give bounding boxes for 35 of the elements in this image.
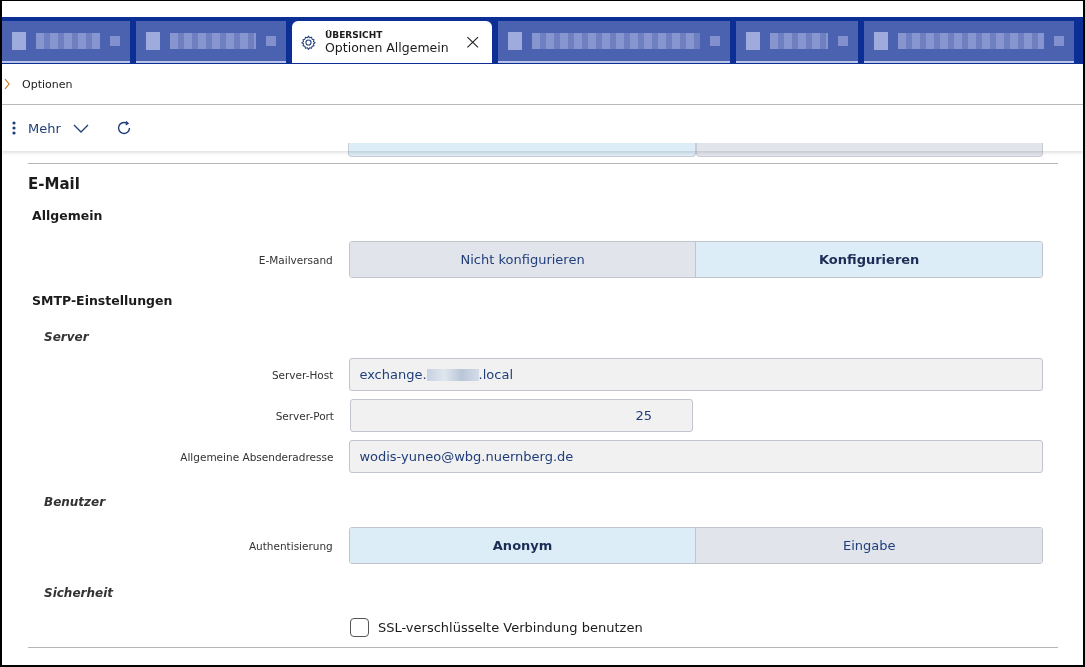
gear-icon [300, 33, 317, 51]
group-heading: Allgemein [32, 208, 104, 223]
chevron-down-icon [72, 123, 89, 133]
section-heading: E-Mail [28, 175, 81, 193]
subsection-heading: Server [44, 330, 91, 344]
blurred-tab[interactable] [136, 21, 286, 63]
segment-option[interactable]: Anonym [349, 528, 696, 563]
number-field[interactable]: 25 [350, 399, 693, 432]
field-label: Server-Port [275, 409, 334, 422]
field-label: E-Mailversand [258, 253, 333, 266]
segment-option[interactable]: Eingabe [695, 528, 1042, 563]
field-label: Authentisierung [248, 539, 333, 552]
field-label: Allgemeine Absenderadresse [180, 450, 334, 463]
blurred-tab[interactable] [498, 21, 730, 63]
segment-option[interactable]: Konfigurieren [695, 242, 1042, 277]
blurred-tab[interactable] [2, 21, 130, 63]
subsection-heading: Benutzer [44, 495, 107, 509]
blurred-tab[interactable] [736, 21, 858, 63]
close-button[interactable]: × [461, 31, 484, 53]
checkbox[interactable] [350, 618, 369, 637]
field-label: Server-Host [271, 368, 334, 381]
kebab-icon [12, 121, 16, 135]
blurred-tab[interactable] [864, 21, 1074, 63]
group-heading: SMTP-Einstellungen [32, 293, 174, 308]
text-field[interactable]: wodis-yuneo@wbg.nuernberg.de [349, 440, 1043, 473]
text-field[interactable]: exchange. .local [349, 358, 1043, 391]
chevron-right-icon [4, 78, 10, 90]
checkbox-label: SSL-verschlüsselte Verbindung benutzen [378, 620, 643, 635]
tab-overline: ÜBERSICHT [325, 29, 384, 40]
more-menu-button[interactable]: Mehr [12, 120, 89, 136]
subsection-heading: Sicherheit [44, 586, 115, 600]
breadcrumb-item[interactable]: Optionen [22, 77, 73, 91]
segment-option[interactable]: Nicht konfigurieren [349, 242, 696, 277]
tab-title: Optionen Allgemein [325, 39, 450, 55]
options-tab[interactable]: ÜBERSICHT Optionen Allgemein × [292, 21, 492, 63]
